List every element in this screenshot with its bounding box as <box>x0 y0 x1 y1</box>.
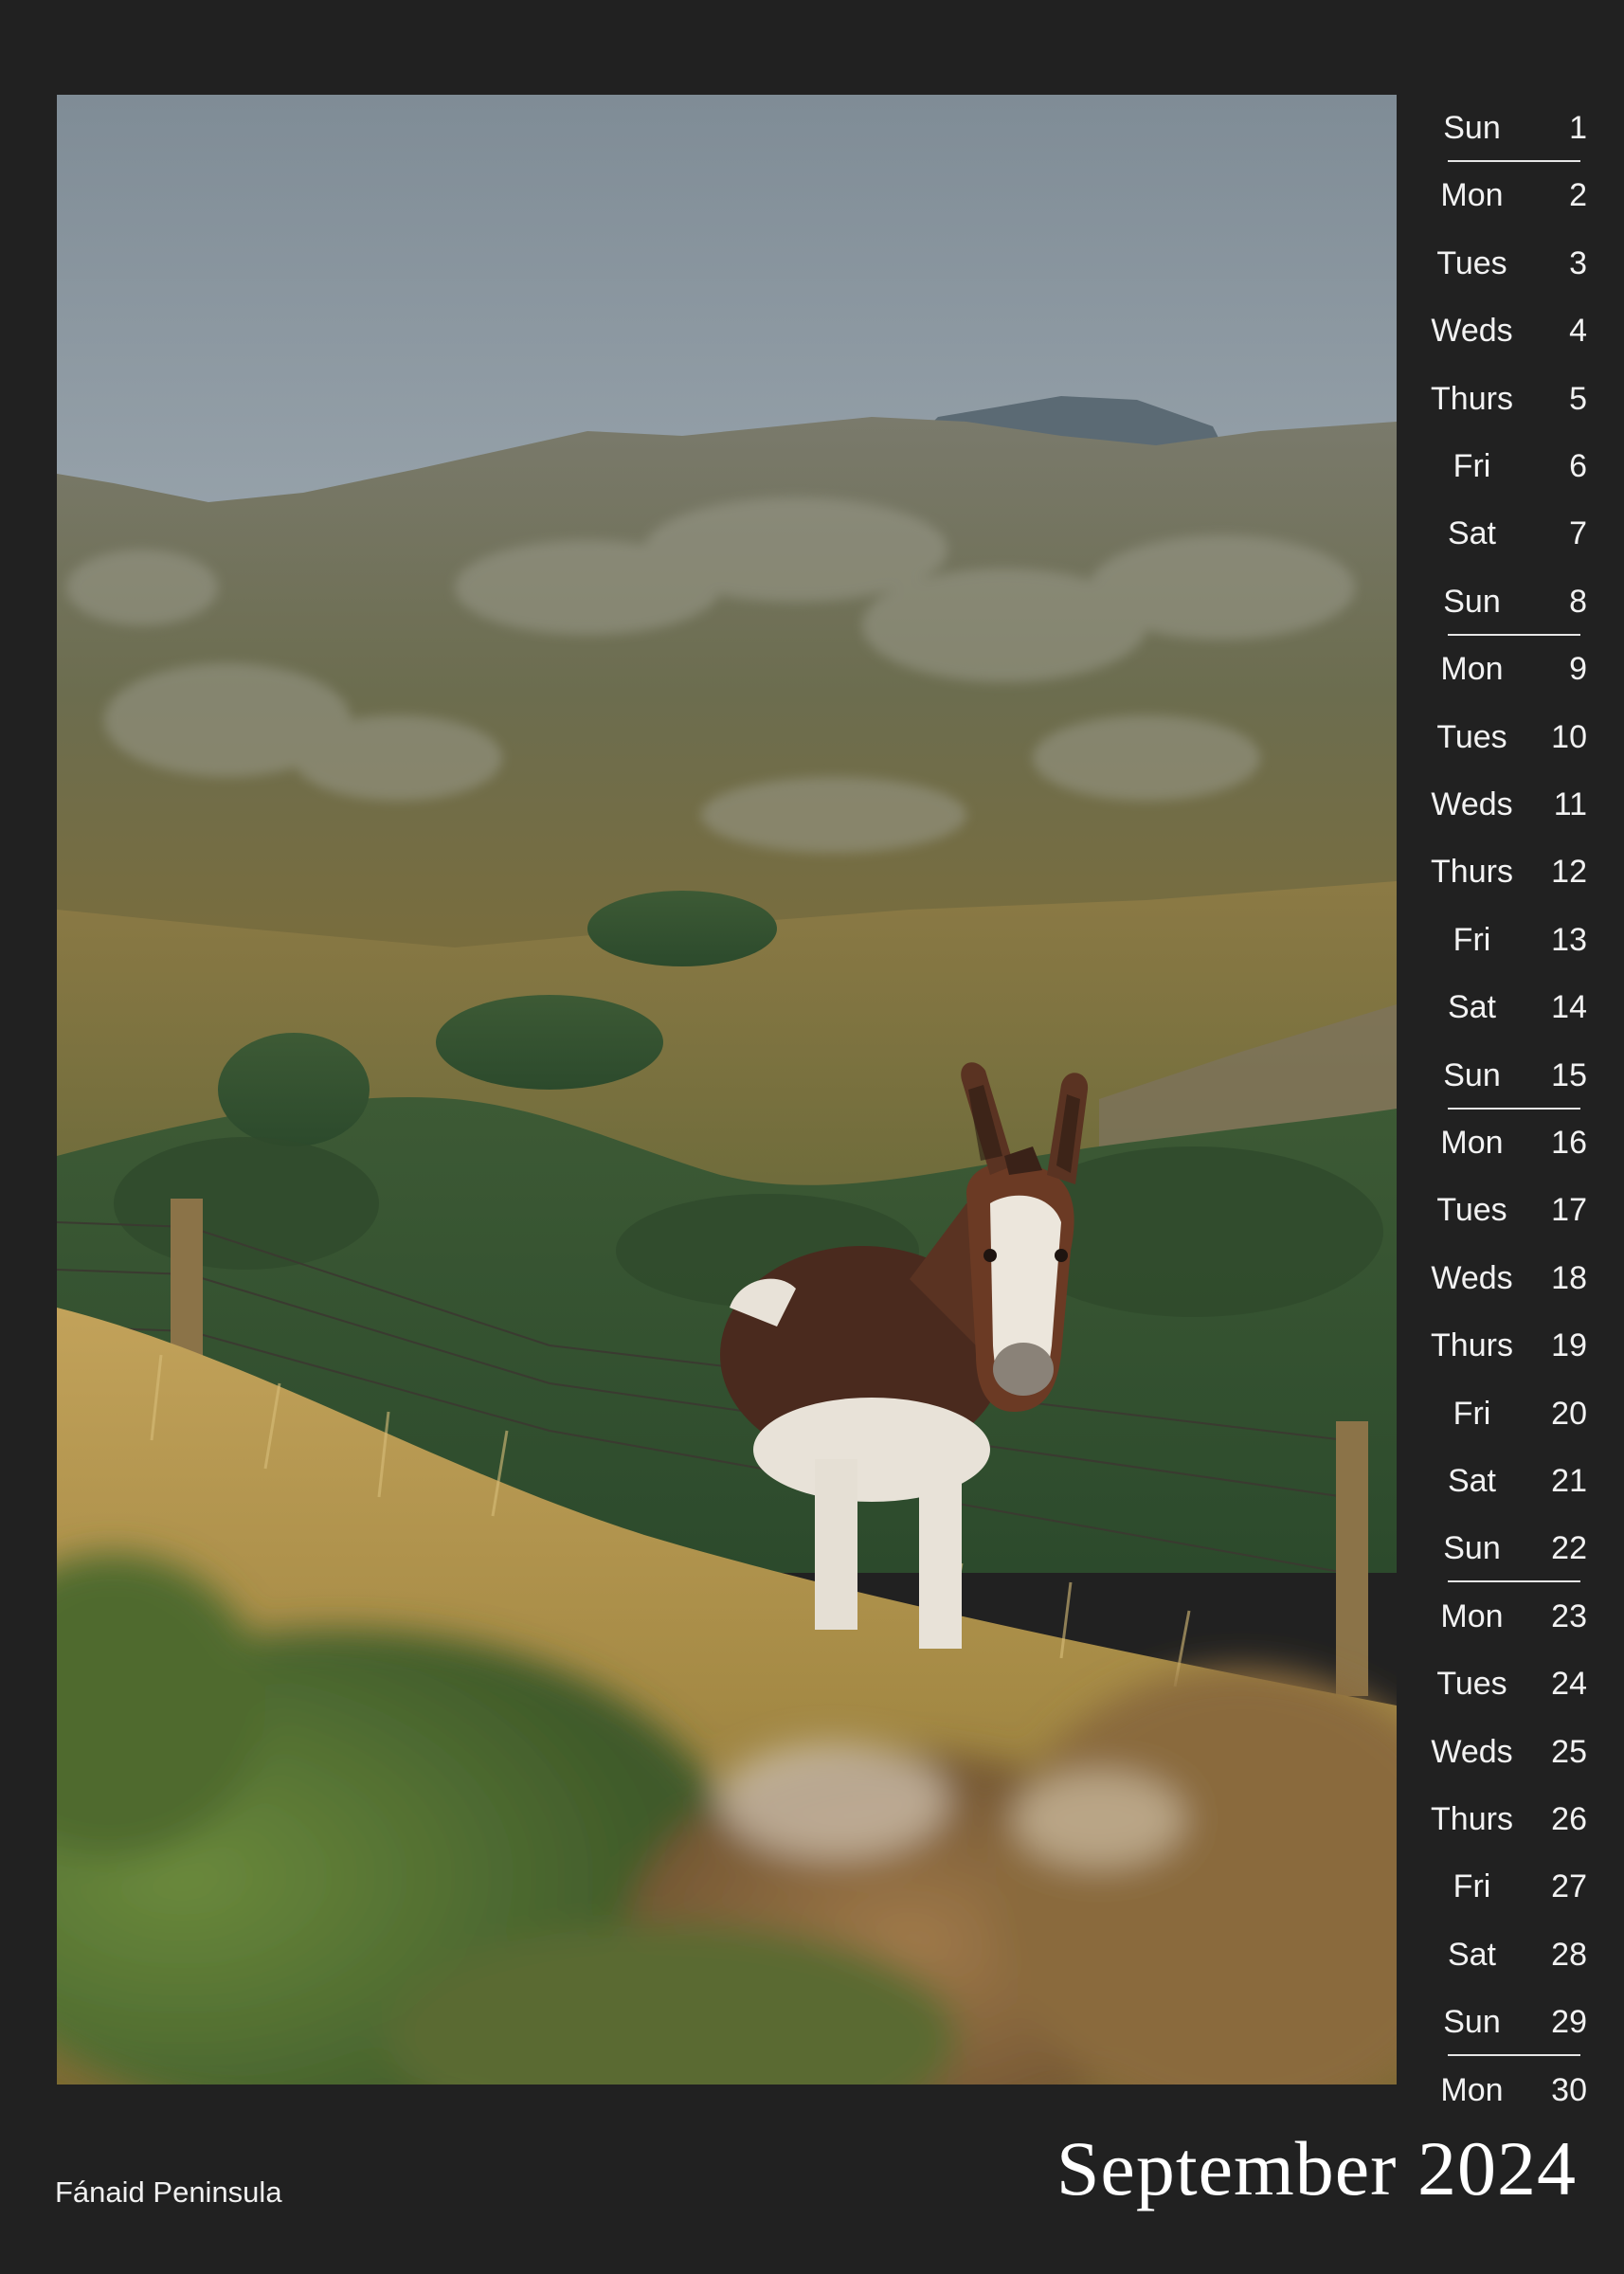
day-row: Tues 24 <box>1416 1651 1587 1718</box>
day-row: Sat 7 <box>1416 500 1587 568</box>
day-number: 19 <box>1551 1327 1587 1364</box>
day-name: Sat <box>1447 1463 1497 1499</box>
day-name: Fri <box>1453 1395 1491 1432</box>
day-row: Sun 1 <box>1416 95 1587 162</box>
day-name: Fri <box>1453 1868 1491 1905</box>
day-number: 3 <box>1569 244 1587 281</box>
day-row: Weds 4 <box>1416 298 1587 365</box>
day-name: Tues <box>1436 1666 1507 1703</box>
day-number: 2 <box>1569 177 1587 214</box>
day-name: Tues <box>1436 244 1507 281</box>
day-name: Tues <box>1436 718 1507 755</box>
day-number: 4 <box>1569 313 1587 350</box>
day-row: Thurs 19 <box>1416 1312 1587 1380</box>
day-name: Sun <box>1443 2004 1501 2041</box>
day-row: Mon 2 <box>1416 162 1587 229</box>
day-row: Thurs 5 <box>1416 366 1587 433</box>
day-row: Sat 21 <box>1416 1448 1587 1515</box>
day-name: Weds <box>1431 786 1513 822</box>
day-name: Thurs <box>1431 854 1513 891</box>
day-number: 12 <box>1551 854 1587 891</box>
day-name: Sun <box>1443 583 1501 620</box>
day-name: Sun <box>1443 1056 1501 1093</box>
day-number: 18 <box>1551 1259 1587 1296</box>
landscape-photo-donkey <box>57 95 1397 2084</box>
day-row: Weds 18 <box>1416 1245 1587 1312</box>
day-row: Tues 3 <box>1416 230 1587 298</box>
day-row: Mon 23 <box>1416 1583 1587 1651</box>
day-number: 6 <box>1569 448 1587 484</box>
day-name: Sat <box>1447 1936 1497 1973</box>
day-name: Fri <box>1453 921 1491 958</box>
day-name: Mon <box>1440 651 1504 688</box>
day-name: Fri <box>1453 448 1491 484</box>
day-row: Weds 11 <box>1416 771 1587 839</box>
day-name: Weds <box>1431 1259 1513 1296</box>
day-row: Sun 15 <box>1416 1042 1587 1110</box>
day-number: 23 <box>1551 1597 1587 1634</box>
day-name: Thurs <box>1431 1327 1513 1364</box>
day-number: 29 <box>1551 2004 1587 2041</box>
day-name: Thurs <box>1431 380 1513 417</box>
day-row: Fri 27 <box>1416 1853 1587 1921</box>
month-title: September 2024 <box>1056 2125 1577 2211</box>
day-name: Thurs <box>1431 1801 1513 1837</box>
day-row: Fri 13 <box>1416 907 1587 974</box>
day-row: Fri 6 <box>1416 433 1587 500</box>
day-row: Thurs 12 <box>1416 839 1587 906</box>
day-number: 21 <box>1551 1463 1587 1499</box>
day-number: 14 <box>1551 989 1587 1026</box>
day-name: Mon <box>1440 2071 1504 2108</box>
day-row: Sun 22 <box>1416 1515 1587 1583</box>
day-number: 17 <box>1551 1192 1587 1229</box>
photo-illustration <box>57 95 1397 2084</box>
day-row: Fri 20 <box>1416 1381 1587 1448</box>
day-number: 9 <box>1569 651 1587 688</box>
day-name: Sat <box>1447 989 1497 1026</box>
day-row: Mon 30 <box>1416 2057 1587 2124</box>
day-row: Sat 28 <box>1416 1922 1587 1989</box>
day-name: Mon <box>1440 1125 1504 1161</box>
day-number: 26 <box>1551 1801 1587 1837</box>
day-number: 16 <box>1551 1125 1587 1161</box>
day-name: Weds <box>1431 1733 1513 1770</box>
day-number: 5 <box>1569 380 1587 417</box>
day-number: 30 <box>1551 2071 1587 2108</box>
day-name: Sun <box>1443 1530 1501 1567</box>
day-number: 15 <box>1551 1056 1587 1093</box>
day-number: 20 <box>1551 1395 1587 1432</box>
day-row: Thurs 26 <box>1416 1786 1587 1853</box>
day-name: Tues <box>1436 1192 1507 1229</box>
day-row: Sun 29 <box>1416 1989 1587 2057</box>
day-number: 7 <box>1569 515 1587 552</box>
day-number: 24 <box>1551 1666 1587 1703</box>
day-number: 10 <box>1551 718 1587 755</box>
day-name: Mon <box>1440 177 1504 214</box>
day-row: Mon 16 <box>1416 1110 1587 1177</box>
day-name: Sat <box>1447 515 1497 552</box>
day-number: 25 <box>1551 1733 1587 1770</box>
photo-location-caption: Fánaid Peninsula <box>55 2175 282 2209</box>
day-row: Tues 10 <box>1416 704 1587 771</box>
day-row: Tues 17 <box>1416 1177 1587 1244</box>
day-number: 13 <box>1551 921 1587 958</box>
day-row: Weds 25 <box>1416 1719 1587 1786</box>
day-number: 1 <box>1569 110 1587 146</box>
day-name: Mon <box>1440 1597 1504 1634</box>
day-number: 8 <box>1569 583 1587 620</box>
day-row: Sat 14 <box>1416 974 1587 1041</box>
day-number: 28 <box>1551 1936 1587 1973</box>
day-row: Mon 9 <box>1416 636 1587 703</box>
day-name: Sun <box>1443 110 1501 146</box>
day-name: Weds <box>1431 313 1513 350</box>
day-list: Sun 1 Mon 2 Tues 3 Weds 4 Thurs 5 Fri 6 Sat 7 Sun 8 Mon 9… <box>1416 95 1587 2108</box>
day-number: 11 <box>1553 786 1587 822</box>
day-number: 22 <box>1551 1530 1587 1567</box>
day-number: 27 <box>1551 1868 1587 1905</box>
day-row: Sun 8 <box>1416 568 1587 636</box>
